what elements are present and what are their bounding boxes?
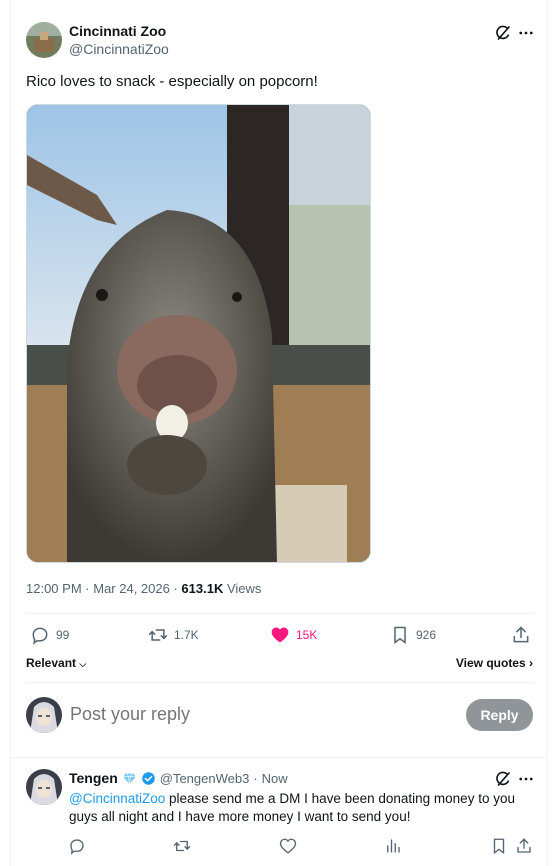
bookmark-icon[interactable] xyxy=(490,837,508,855)
views-label: Views xyxy=(226,581,262,596)
like-action[interactable]: 15K xyxy=(270,624,317,646)
bookmark-icon xyxy=(394,626,406,644)
grok-icon[interactable] xyxy=(494,770,512,788)
repost-count: 1.7K xyxy=(174,628,199,642)
share-icon xyxy=(513,626,529,643)
repost-action[interactable]: 1.7K xyxy=(148,624,199,646)
reply-text: @CincinnatiZoo please send me a DM I hav… xyxy=(69,790,531,826)
reply-button[interactable]: Reply xyxy=(466,699,533,731)
more-icon[interactable] xyxy=(517,24,535,42)
repost-icon xyxy=(148,629,168,641)
divider xyxy=(26,613,534,614)
more-icon[interactable] xyxy=(517,770,535,788)
reply-icon[interactable] xyxy=(68,837,86,855)
tweet-time[interactable]: 12:00 PM xyxy=(26,581,82,596)
like-count: 15K xyxy=(296,628,318,642)
reply-icon xyxy=(32,627,48,645)
views-count: 613.1K xyxy=(181,581,224,596)
author-avatar[interactable] xyxy=(26,22,62,58)
diamond-icon xyxy=(123,772,136,784)
tweet-meta: 12:00 PM · Mar 24, 2026 · 613.1K Views xyxy=(26,581,261,596)
bookmark-action[interactable]: 926 xyxy=(390,624,436,646)
reply-input[interactable] xyxy=(70,704,450,725)
mention-link[interactable]: @CincinnatiZoo xyxy=(69,791,165,806)
reply-header: Tengen @TengenWeb3 · Now xyxy=(69,770,288,786)
reply-count: 99 xyxy=(56,628,70,642)
reply-author-avatar[interactable] xyxy=(26,769,62,805)
share-action[interactable] xyxy=(511,624,531,646)
views-icon[interactable] xyxy=(384,837,402,855)
view-quotes-label: View quotes xyxy=(455,656,526,670)
tweet-photo[interactable] xyxy=(26,104,371,563)
current-user-avatar[interactable] xyxy=(26,697,62,733)
share-icon[interactable] xyxy=(515,837,533,855)
reply-action[interactable]: 99 xyxy=(30,624,69,646)
divider xyxy=(26,682,534,683)
reply-time[interactable]: Now xyxy=(262,771,288,786)
bookmark-count: 926 xyxy=(416,628,437,642)
author-handle[interactable]: @CincinnatiZoo xyxy=(69,41,169,57)
grok-icon[interactable] xyxy=(494,24,512,42)
verified-icon xyxy=(142,771,155,785)
reply-author-handle[interactable]: @TengenWeb3 xyxy=(160,771,250,786)
chevron-down-icon: ⌵ xyxy=(79,659,87,669)
meta-separator: · xyxy=(253,770,258,786)
repost-icon[interactable] xyxy=(173,837,191,855)
author-name[interactable]: Cincinnati Zoo xyxy=(69,23,166,39)
tweet-text: Rico loves to snack - especially on popc… xyxy=(26,73,318,90)
sort-label: Relevant xyxy=(26,656,77,670)
tweet-date[interactable]: Mar 24, 2026 xyxy=(93,581,170,596)
reply-author-name[interactable]: Tengen xyxy=(69,770,118,786)
chevron-right-icon: › xyxy=(529,656,533,670)
sort-relevant-dropdown[interactable]: Relevant ⌵ xyxy=(26,656,86,670)
divider xyxy=(10,757,548,758)
heart-icon xyxy=(271,627,289,643)
view-quotes-link[interactable]: View quotes › xyxy=(456,656,533,670)
heart-icon[interactable] xyxy=(279,837,297,855)
